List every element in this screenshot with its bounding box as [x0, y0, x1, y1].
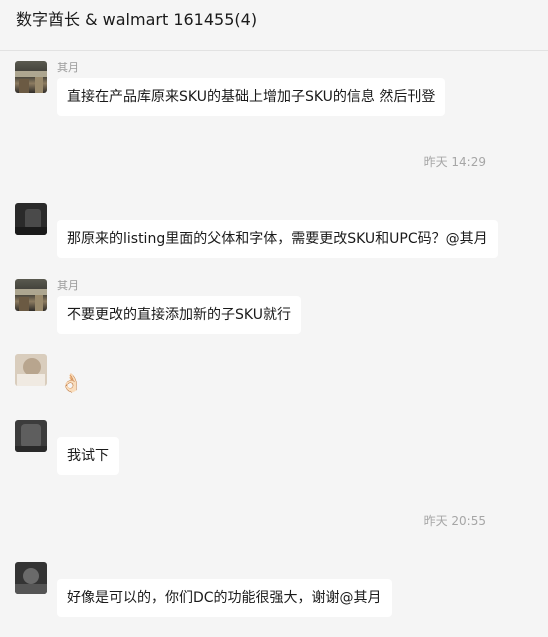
avatar-qiyue[interactable]	[15, 279, 47, 311]
message-bubble[interactable]: 那原来的listing里面的父体和字体，需要更改SKU和UPC码？@其月	[57, 220, 498, 258]
sender-name: 其月	[57, 61, 79, 74]
message-bubble[interactable]: 好像是可以的，你们DC的功能很强大，谢谢@其月	[57, 579, 392, 617]
avatar-member[interactable]	[15, 562, 47, 594]
chat-title: 数字酋长 & walmart 161455(4)	[16, 10, 258, 29]
timestamp: 昨天 14:29	[423, 155, 486, 169]
message-bubble[interactable]: 不要更改的直接添加新的子SKU就行	[57, 296, 301, 334]
avatar-qiyue[interactable]	[15, 61, 47, 93]
timestamp: 昨天 20:55	[423, 514, 486, 528]
avatar-member[interactable]	[15, 354, 47, 386]
chat-header: 数字酋长 & walmart 161455(4)	[0, 0, 548, 51]
message-bubble[interactable]: 直接在产品库原来SKU的基础上增加子SKU的信息 然后刊登	[57, 78, 446, 116]
avatar-member[interactable]	[15, 420, 47, 452]
ok-hand-emoji[interactable]: 👌🏻	[60, 373, 82, 395]
message-bubble[interactable]: 我试下	[57, 437, 119, 475]
avatar-member[interactable]	[15, 203, 47, 235]
sender-name: 其月	[57, 279, 79, 292]
